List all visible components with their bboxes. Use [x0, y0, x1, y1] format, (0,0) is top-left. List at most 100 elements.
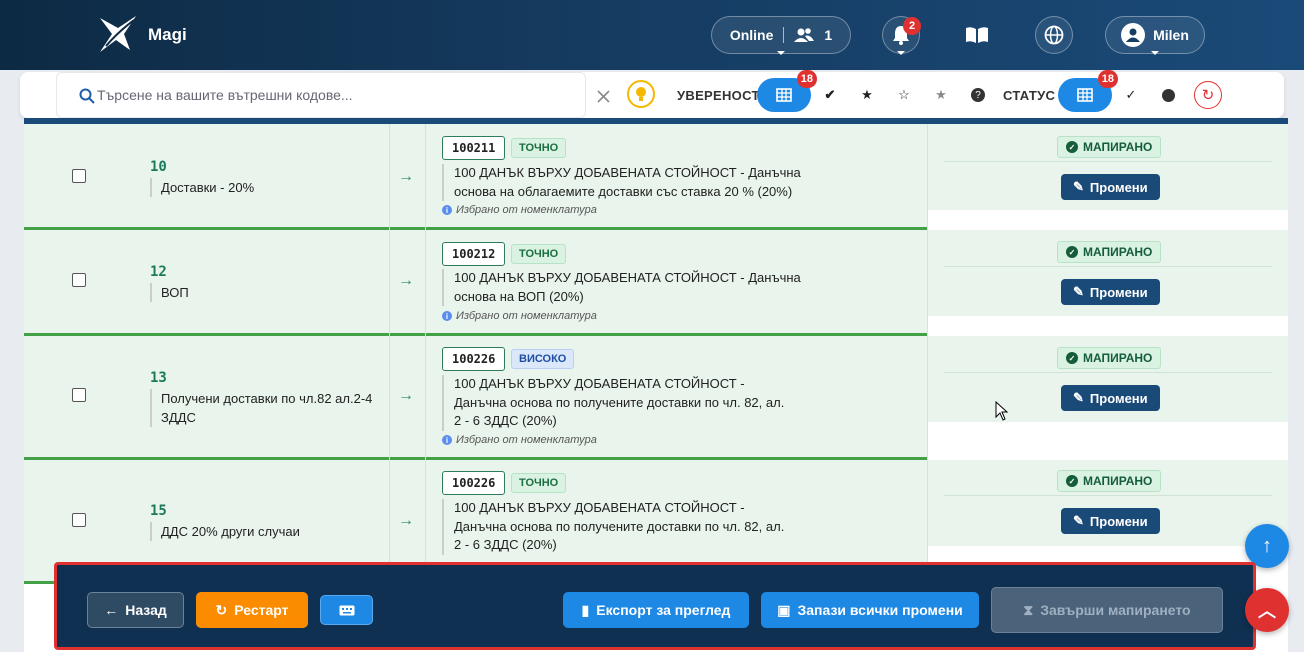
check-circle-icon: ✓ — [1066, 246, 1078, 258]
arrow-right-icon: → — [398, 168, 414, 185]
language-button[interactable] — [1035, 16, 1073, 54]
confidence-exact-filter[interactable]: ✔ — [817, 82, 843, 108]
status-text: МАПИРАНО — [1083, 351, 1153, 365]
selection-source-text: Избрано от номенклатура — [456, 204, 597, 216]
close-icon[interactable] — [597, 90, 610, 103]
finish-mapping-button[interactable]: ⧗ Завърши мапирането — [991, 587, 1223, 633]
grid-icon — [776, 88, 792, 102]
table-row: 13 Получени доставки по чл.82 ал.2-4 ЗДД… — [24, 336, 1288, 460]
status-text: МАПИРАНО — [1083, 140, 1153, 154]
edit-button[interactable]: ✎ Промени — [1061, 279, 1160, 305]
book-icon — [966, 27, 988, 43]
account-description: 100 ДАНЪК ВЪРХУ ДОБАВЕНАТА СТОЙНОСТ - Да… — [442, 375, 792, 431]
check-icon: ✓ — [1125, 87, 1137, 102]
internal-name: ДДС 20% други случаи — [150, 522, 380, 541]
confidence-high-filter[interactable]: ★ — [854, 82, 880, 108]
users-icon — [794, 28, 815, 42]
save-all-button[interactable]: ▣ Запази всички промени — [761, 592, 979, 628]
top-navbar: Magi Online 1 2 Milen — [0, 0, 1304, 70]
online-users-button[interactable]: Online 1 — [711, 16, 851, 55]
selection-source: i Избрано от номенклатура — [442, 204, 597, 216]
status-pending-filter[interactable] — [1155, 82, 1181, 108]
confidence-unknown-filter[interactable]: ? — [965, 82, 991, 108]
confidence-badge: ТОЧНО — [511, 138, 567, 158]
app-logo[interactable]: Magi — [96, 14, 187, 56]
confidence-badge: ТОЧНО — [511, 473, 567, 493]
confidence-badge: ВИСОКО — [511, 349, 575, 369]
edit-icon: ✎ — [1073, 513, 1084, 528]
row-checkbox[interactable] — [72, 273, 86, 287]
internal-name: Получени доставки по чл.82 ал.2-4 ЗДДС — [150, 389, 380, 427]
status-badge: ✓ МАПИРАНО — [1057, 470, 1162, 492]
export-review-button[interactable]: ▮ Експорт за преглед — [563, 592, 749, 628]
account-code: 100226 — [442, 347, 506, 371]
confidence-filter-all[interactable]: 18 — [757, 70, 817, 112]
edit-button[interactable]: ✎ Промени — [1061, 385, 1160, 411]
notifications-badge: 2 — [903, 17, 921, 35]
edit-button[interactable]: ✎ Промени — [1061, 174, 1160, 200]
hint-button[interactable] — [627, 80, 655, 108]
table-row: 10 Доставки - 20% → 100211 ТОЧНО 100 ДАН… — [24, 124, 1288, 230]
chevron-down-icon — [777, 51, 785, 55]
status-mapped-filter[interactable]: ✓ — [1118, 82, 1144, 108]
half-star-icon: ☆ — [898, 87, 910, 102]
grid-icon — [1077, 88, 1093, 102]
divider — [944, 495, 1272, 496]
status-count-badge: 18 — [1097, 70, 1118, 88]
divider — [944, 266, 1272, 267]
arrow-right-icon: → — [398, 387, 414, 404]
reset-filters-button[interactable]: ↻ — [1194, 81, 1222, 109]
chevron-down-icon — [1151, 51, 1159, 55]
online-count: 1 — [824, 27, 833, 43]
online-label: Online — [729, 27, 774, 43]
status-text: МАПИРАНО — [1083, 474, 1153, 488]
keyboard-icon — [339, 605, 354, 615]
finish-label: Завърши мапирането — [1040, 602, 1191, 618]
user-name: Milen — [1153, 27, 1189, 43]
avatar — [1121, 23, 1146, 47]
arrow-up-icon: ↑ — [1262, 534, 1272, 557]
selection-source-text: Избрано от номенклатура — [456, 434, 597, 446]
restart-label: Рестарт — [234, 602, 289, 618]
row-checkbox[interactable] — [72, 169, 86, 183]
confidence-low-filter[interactable]: ★ — [928, 82, 954, 108]
star-outline-icon: ★ — [935, 87, 947, 102]
user-menu-button[interactable]: Milen — [1105, 16, 1205, 55]
divider — [389, 124, 390, 230]
keyboard-shortcuts-button[interactable] — [320, 595, 373, 625]
chevron-down-icon — [897, 51, 905, 55]
table-row: 12 ВОП → 100212 ТОЧНО 100 ДАНЪК ВЪРХУ ДО… — [24, 230, 1288, 336]
search-input[interactable]: Търсене на вашите вътрешни кодове... — [56, 72, 610, 118]
info-icon: i — [442, 435, 452, 445]
arrow-right-icon: → — [398, 272, 414, 289]
divider — [389, 230, 390, 336]
star-icon: ★ — [861, 87, 873, 102]
notifications-button[interactable]: 2 — [882, 16, 921, 55]
status-badge: ✓ МАПИРАНО — [1057, 347, 1162, 369]
scroll-up-button[interactable]: ︿ — [1245, 588, 1289, 632]
search-placeholder: Търсене на вашите вътрешни кодове... — [97, 87, 353, 103]
row-checkbox[interactable] — [72, 513, 86, 527]
selection-source-text: Избрано от номенклатура — [456, 310, 597, 322]
selection-source: i Избрано от номенклатура — [442, 434, 597, 446]
divider — [389, 336, 390, 460]
account-code: 100212 — [442, 242, 506, 266]
divider — [425, 336, 426, 460]
confidence-label: УВЕРЕНОСТ — [677, 88, 760, 103]
account-description: 100 ДАНЪК ВЪРХУ ДОБАВЕНАТА СТОЙНОСТ - Да… — [442, 164, 802, 201]
status-badge: ✓ МАПИРАНО — [1057, 136, 1162, 158]
edit-icon: ✎ — [1073, 390, 1084, 405]
row-checkbox[interactable] — [72, 388, 86, 402]
docs-button[interactable] — [958, 16, 996, 54]
divider — [783, 27, 785, 43]
status-cell-spacer — [928, 316, 1288, 336]
footer-action-bar: ← Назад ↻ Рестарт ▮ Експорт за преглед ▣ Зап… — [54, 562, 1256, 650]
status-badge: ✓ МАПИРАНО — [1057, 241, 1162, 263]
arrow-left-icon: ← — [104, 602, 119, 618]
status-filter-all[interactable]: 18 — [1058, 70, 1118, 112]
restart-button[interactable]: ↻ Рестарт — [196, 592, 308, 628]
confidence-medium-filter[interactable]: ☆ — [891, 82, 917, 108]
edit-button[interactable]: ✎ Промени — [1061, 508, 1160, 534]
hourglass-icon: ⧗ — [1023, 601, 1034, 618]
back-button[interactable]: ← Назад — [87, 592, 184, 628]
